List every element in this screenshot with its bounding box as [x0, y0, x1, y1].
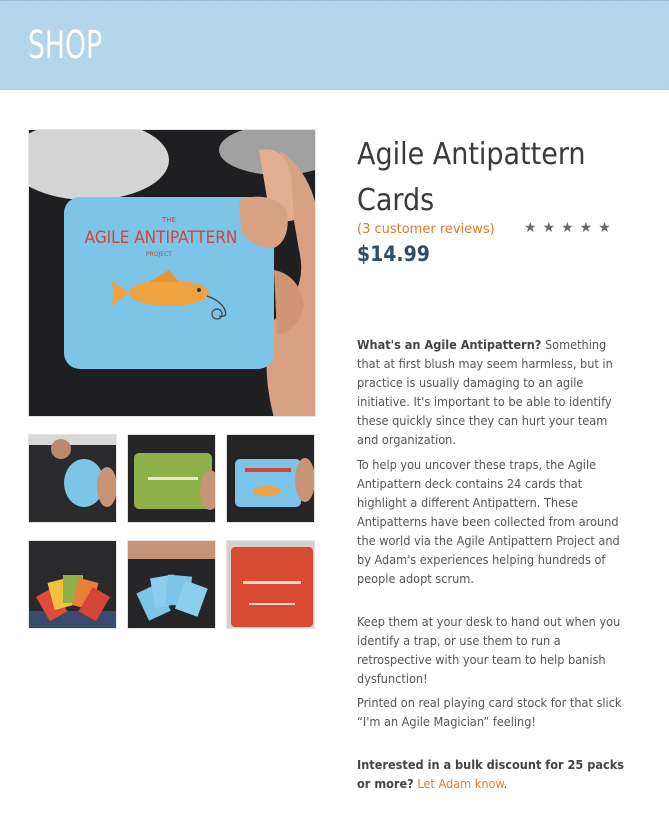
main-product-image[interactable]: THE AGILE ANTIPATTERN PROJECT [28, 129, 316, 417]
description-paragraph-1: What's an Agile Antipattern? Something t… [357, 335, 632, 449]
description-paragraph-3: Keep them at your desk to hand out when … [357, 614, 621, 686]
thumbnail-image [128, 541, 215, 628]
thumbnail-image [227, 435, 314, 522]
thumbnail-2[interactable] [127, 434, 216, 523]
contact-adam-link[interactable]: Let Adam know [417, 776, 503, 791]
description-question: What's an Agile Antipattern? [357, 337, 542, 352]
product-price: $14.99 [357, 242, 430, 266]
page-title: SHOP [28, 23, 103, 67]
period: . [503, 776, 508, 791]
product-photo: THE AGILE ANTIPATTERN PROJECT [29, 130, 315, 416]
rating-stars[interactable]: ★★★★★ [524, 219, 617, 236]
thumbnail-4[interactable] [28, 540, 117, 629]
description-paragraph-4: Printed on real playing card stock for t… [357, 695, 622, 729]
card-text-sub: PROJECT [146, 251, 172, 258]
thumbnail-image [128, 435, 215, 522]
thumbnail-1[interactable] [28, 434, 117, 523]
thumbnail-image [227, 541, 314, 628]
card-text-title: AGILE ANTIPATTERN [85, 228, 238, 248]
thumbnail-3[interactable] [226, 434, 315, 523]
thumbnail-image [29, 541, 116, 628]
card-text-the: THE [161, 216, 176, 224]
description-answer: Something that at first blush may seem h… [357, 337, 613, 447]
thumbnail-5[interactable] [127, 540, 216, 629]
product-title: Agile Antipattern Cards [357, 137, 586, 218]
page-header: SHOP [0, 0, 669, 90]
description-paragraph-2: To help you uncover these traps, the Agi… [357, 457, 620, 586]
thumbnail-6[interactable] [226, 540, 315, 629]
customer-reviews-link[interactable]: (3 customer reviews) [357, 222, 495, 237]
thumbnail-image [29, 435, 116, 522]
description-paragraph-5: Interested in a bulk discount for 25 pac… [357, 755, 632, 793]
